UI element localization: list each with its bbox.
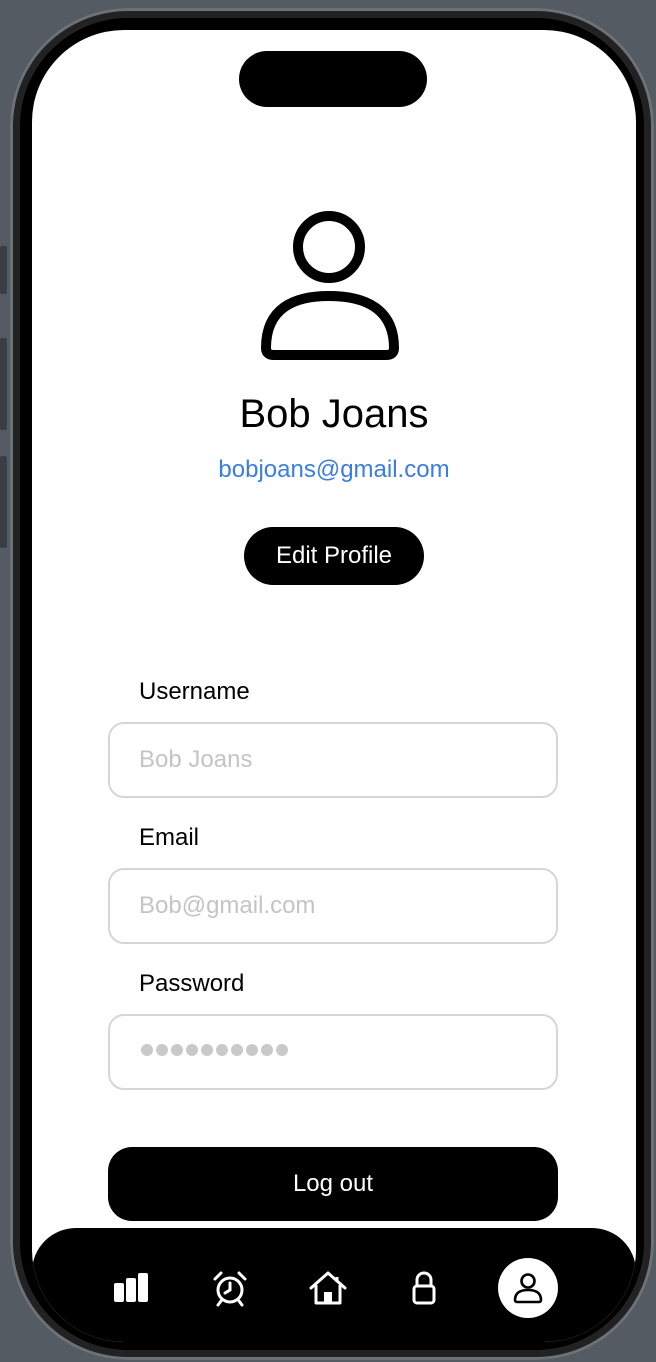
username-field-box (108, 722, 558, 798)
tab-alarm[interactable] (200, 1258, 260, 1318)
password-dot (156, 1044, 168, 1056)
password-mask (141, 1044, 288, 1056)
person-icon (513, 1273, 543, 1304)
home-icon (309, 1271, 347, 1305)
tab-profile[interactable] (498, 1258, 558, 1318)
password-dot (186, 1044, 198, 1056)
email-label: Email (139, 824, 200, 851)
password-dot (231, 1044, 243, 1056)
dynamic-island (239, 51, 427, 107)
password-dot (141, 1044, 153, 1056)
lock-icon (412, 1271, 436, 1305)
alarm-clock-icon (213, 1271, 247, 1307)
username-label: Username (139, 678, 250, 705)
tab-home[interactable] (298, 1258, 358, 1318)
profile-email[interactable]: bobjoans@gmail.com (32, 456, 636, 484)
device-volume-up-button (0, 338, 7, 430)
password-dot (276, 1044, 288, 1056)
email-field-box (108, 868, 558, 944)
password-label: Password (139, 970, 245, 997)
profile-name: Bob Joans (239, 392, 429, 436)
tab-stats[interactable] (102, 1258, 162, 1318)
person-icon (261, 211, 399, 360)
device-volume-down-button (0, 456, 7, 548)
password-dot (246, 1044, 258, 1056)
device-action-button (0, 246, 7, 294)
tab-bar (32, 1228, 636, 1342)
app-screen: Bob Joans bobjoans@gmail.com Edit Profil… (32, 30, 636, 1342)
password-dot (201, 1044, 213, 1056)
tab-lock[interactable] (394, 1258, 454, 1318)
password-dot (261, 1044, 273, 1056)
email-input[interactable] (139, 870, 539, 942)
password-field[interactable] (108, 1014, 558, 1090)
password-dot (216, 1044, 228, 1056)
username-input[interactable] (139, 724, 539, 796)
bar-chart-icon (114, 1273, 148, 1302)
edit-profile-button[interactable]: Edit Profile (244, 527, 424, 585)
logout-button[interactable]: Log out (108, 1147, 558, 1221)
password-dot (171, 1044, 183, 1056)
